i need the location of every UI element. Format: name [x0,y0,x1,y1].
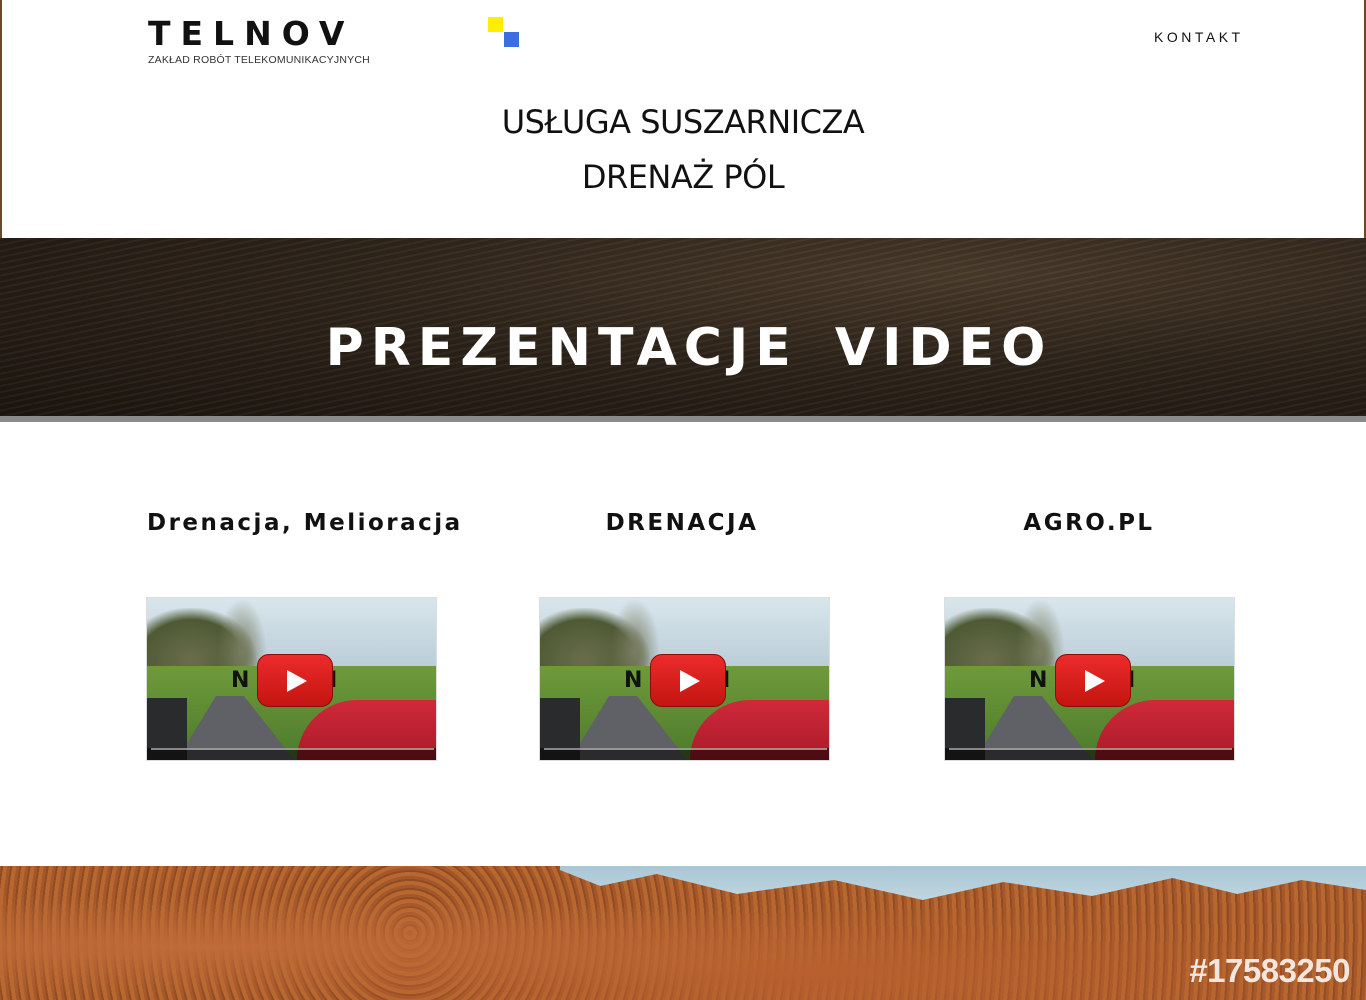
video-thumbnail-3[interactable]: N KI [944,597,1235,761]
video-thumbnail-1[interactable]: N KI [146,597,437,761]
video-progress-bar [949,748,1232,750]
youtube-play-icon[interactable] [257,654,333,707]
play-triangle-icon [680,670,700,692]
banner-divider [0,416,1366,422]
play-triangle-icon [1085,670,1105,692]
tagline-drenaz: DRENAŻ PÓL [581,158,785,196]
youtube-play-icon[interactable] [650,654,726,707]
play-triangle-icon [287,670,307,692]
tagline-suszarnicza: USŁUGA SUSZARNICZA [501,103,865,141]
video-title-1: Drenacja, Melioracja [147,510,463,536]
video-thumbnail-2[interactable]: N KI [539,597,830,761]
nav-kontakt-link[interactable]: KONTAKT [1154,29,1244,45]
video-title-3: AGRO.PL [1023,510,1155,536]
youtube-play-icon[interactable] [1055,654,1131,707]
logo[interactable]: TELNOV ZAKŁAD ROBÓT TELEKOMUNIKACYJNYCH [148,14,519,66]
logo-subtitle: ZAKŁAD ROBÓT TELEKOMUNIKACYJNYCH [148,54,370,66]
video-progress-bar [151,748,434,750]
banner-title: PREZENTACJE VIDEO [325,318,1053,378]
video-progress-bar [544,748,827,750]
image-watermark: #17583250 [1189,952,1350,989]
logo-yellow-square [488,17,503,32]
footer-soil-image [0,866,1366,1000]
logo-text: TELNOV [148,14,355,53]
video-title-2: DRENACJA [605,510,759,536]
logo-blue-square [504,32,519,47]
